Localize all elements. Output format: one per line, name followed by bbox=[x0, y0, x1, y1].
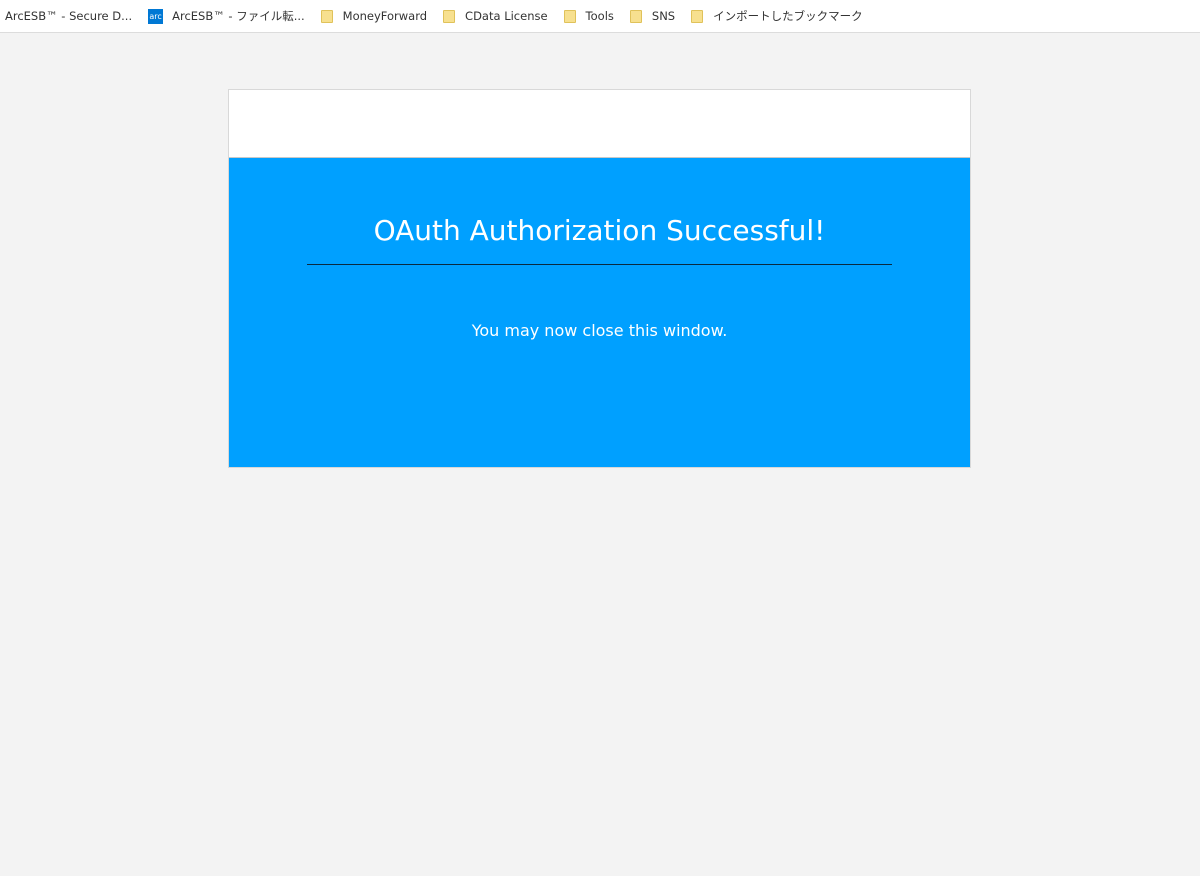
bookmark-folder-moneyforward[interactable]: MoneyForward bbox=[320, 4, 428, 28]
card-header bbox=[229, 90, 970, 158]
bookmark-arcesb-file-transfer[interactable]: arc ArcESB™ - ファイル転... bbox=[148, 4, 305, 28]
bookmark-label: ArcESB™ - Secure D... bbox=[5, 9, 133, 23]
folder-icon bbox=[563, 9, 576, 23]
bookmark-label: SNS bbox=[651, 9, 676, 23]
oauth-result-card: OAuth Authorization Successful! You may … bbox=[228, 89, 971, 468]
arc-icon: arc bbox=[148, 8, 164, 24]
bookmark-label: ArcESB™ - ファイル転... bbox=[172, 9, 305, 23]
folder-icon bbox=[320, 9, 333, 23]
close-window-message: You may now close this window. bbox=[471, 321, 728, 340]
bookmark-arcesb-secure[interactable]: ArcESB™ - Secure D... bbox=[5, 4, 132, 28]
bookmark-label: MoneyForward bbox=[342, 9, 428, 23]
bookmark-folder-imported[interactable]: インポートしたブックマーク bbox=[691, 4, 863, 28]
folder-icon bbox=[691, 9, 704, 23]
folder-icon bbox=[443, 9, 456, 23]
bookmark-folder-sns[interactable]: SNS bbox=[629, 4, 676, 28]
folder-icon bbox=[629, 9, 642, 23]
bookmark-folder-cdata-license[interactable]: CData License bbox=[443, 4, 548, 28]
bookmark-label: インポートしたブックマーク bbox=[713, 9, 863, 23]
bookmarks-bar: ArcESB™ - Secure D... arc ArcESB™ - ファイル… bbox=[0, 0, 1200, 33]
success-title: OAuth Authorization Successful! bbox=[373, 214, 826, 247]
bookmark-folder-tools[interactable]: Tools bbox=[563, 4, 614, 28]
bookmark-label: CData License bbox=[465, 9, 548, 23]
title-divider bbox=[307, 264, 892, 265]
success-panel: OAuth Authorization Successful! You may … bbox=[229, 158, 970, 467]
bookmark-label: Tools bbox=[585, 9, 614, 23]
